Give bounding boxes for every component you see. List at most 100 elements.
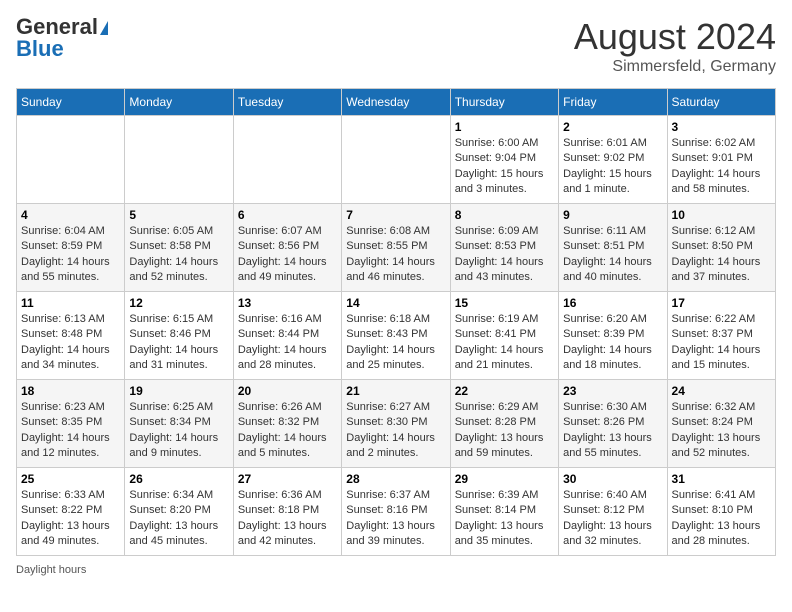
calendar-week-1: 1 Sunrise: 6:00 AMSunset: 9:04 PMDaylight… <box>17 116 776 204</box>
day-number: 13 <box>238 296 337 310</box>
day-number: 1 <box>455 120 554 134</box>
day-info: Sunrise: 6:16 AMSunset: 8:44 PMDaylight:… <box>238 312 337 374</box>
calendar-cell: 28Sunrise: 6:37 AMSunset: 8:16 PMDayligh… <box>342 468 450 556</box>
calendar-cell <box>342 116 450 204</box>
day-number: 4 <box>21 208 120 222</box>
day-info: Sunrise: 6:33 AMSunset: 8:22 PMDaylight:… <box>21 488 120 550</box>
weekday-header-monday: Monday <box>125 89 233 116</box>
day-number: 17 <box>672 296 771 310</box>
day-info: Sunrise: 6:39 AMSunset: 8:14 PMDaylight:… <box>455 488 554 550</box>
page-header: General Blue August 2024 Simmersfeld, Ge… <box>16 16 776 76</box>
legend: Daylight hours <box>16 564 776 576</box>
calendar-cell: 5 Sunrise: 6:05 AMSunset: 8:58 PMDaylight… <box>125 204 233 292</box>
calendar-week-5: 25 Sunrise: 6:33 AMSunset: 8:22 PMDayligh… <box>17 468 776 556</box>
day-number: 3 <box>672 120 771 134</box>
day-info: Sunrise: 6:22 AMSunset: 8:37 PMDaylight:… <box>672 312 771 374</box>
day-number: 24 <box>672 384 771 398</box>
day-info: Sunrise: 6:08 AMSunset: 8:55 PMDaylight:… <box>346 224 445 286</box>
title-block: August 2024 Simmersfeld, Germany <box>574 16 776 76</box>
calendar-cell: 12 Sunrise: 6:15 AMSunset: 8:46 PMDayligh… <box>125 292 233 380</box>
day-number: 9 <box>563 208 662 222</box>
calendar-week-2: 4 Sunrise: 6:04 AMSunset: 8:59 PMDaylight… <box>17 204 776 292</box>
day-number: 6 <box>238 208 337 222</box>
day-info: Sunrise: 6:32 AMSunset: 8:24 PMDaylight:… <box>672 400 771 462</box>
calendar-cell: 21Sunrise: 6:27 AMSunset: 8:30 PMDayligh… <box>342 380 450 468</box>
calendar-cell: 13 Sunrise: 6:16 AMSunset: 8:44 PMDayligh… <box>233 292 341 380</box>
weekday-header-wednesday: Wednesday <box>342 89 450 116</box>
calendar-table: SundayMondayTuesdayWednesdayThursdayFrid… <box>16 88 776 556</box>
day-number: 20 <box>238 384 337 398</box>
day-number: 7 <box>346 208 445 222</box>
calendar-cell: 10 Sunrise: 6:12 AMSunset: 8:50 PMDayligh… <box>667 204 775 292</box>
weekday-header-tuesday: Tuesday <box>233 89 341 116</box>
day-number: 2 <box>563 120 662 134</box>
day-info: Sunrise: 6:34 AMSunset: 8:20 PMDaylight:… <box>129 488 228 550</box>
day-info: Sunrise: 6:19 AMSunset: 8:41 PMDaylight:… <box>455 312 554 374</box>
calendar-cell: 19 Sunrise: 6:25 AMSunset: 8:34 PMDayligh… <box>125 380 233 468</box>
day-info: Sunrise: 6:36 AMSunset: 8:18 PMDaylight:… <box>238 488 337 550</box>
day-number: 12 <box>129 296 228 310</box>
calendar-cell: 4 Sunrise: 6:04 AMSunset: 8:59 PMDaylight… <box>17 204 125 292</box>
calendar-cell: 20 Sunrise: 6:26 AMSunset: 8:32 PMDayligh… <box>233 380 341 468</box>
calendar-cell: 27 Sunrise: 6:36 AMSunset: 8:18 PMDayligh… <box>233 468 341 556</box>
day-info: Sunrise: 6:18 AMSunset: 8:43 PMDaylight:… <box>346 312 445 374</box>
calendar-cell: 29 Sunrise: 6:39 AMSunset: 8:14 PMDayligh… <box>450 468 558 556</box>
logo-triangle-icon <box>100 21 108 35</box>
weekday-header-saturday: Saturday <box>667 89 775 116</box>
calendar-cell: 30Sunrise: 6:40 AMSunset: 8:12 PMDayligh… <box>559 468 667 556</box>
calendar-cell: 15Sunrise: 6:19 AMSunset: 8:41 PMDayligh… <box>450 292 558 380</box>
weekday-header-sunday: Sunday <box>17 89 125 116</box>
day-info: Sunrise: 6:13 AMSunset: 8:48 PMDaylight:… <box>21 312 120 374</box>
weekday-header-friday: Friday <box>559 89 667 116</box>
logo: General Blue <box>16 16 108 60</box>
day-info: Sunrise: 6:26 AMSunset: 8:32 PMDaylight:… <box>238 400 337 462</box>
day-info: Sunrise: 6:30 AMSunset: 8:26 PMDaylight:… <box>563 400 662 462</box>
calendar-cell: 23 Sunrise: 6:30 AMSunset: 8:26 PMDayligh… <box>559 380 667 468</box>
calendar-cell: 22Sunrise: 6:29 AMSunset: 8:28 PMDayligh… <box>450 380 558 468</box>
calendar-cell: 18Sunrise: 6:23 AMSunset: 8:35 PMDayligh… <box>17 380 125 468</box>
day-number: 26 <box>129 472 228 486</box>
day-info: Sunrise: 6:25 AMSunset: 8:34 PMDaylight:… <box>129 400 228 462</box>
day-number: 19 <box>129 384 228 398</box>
day-info: Sunrise: 6:15 AMSunset: 8:46 PMDaylight:… <box>129 312 228 374</box>
calendar-cell: 2 Sunrise: 6:01 AMSunset: 9:02 PMDaylight… <box>559 116 667 204</box>
day-info: Sunrise: 6:41 AMSunset: 8:10 PMDaylight:… <box>672 488 771 550</box>
day-number: 29 <box>455 472 554 486</box>
day-info: Sunrise: 6:20 AMSunset: 8:39 PMDaylight:… <box>563 312 662 374</box>
logo-blue: Blue <box>16 38 108 60</box>
day-number: 28 <box>346 472 445 486</box>
calendar-cell: 11 Sunrise: 6:13 AMSunset: 8:48 PMDayligh… <box>17 292 125 380</box>
day-info: Sunrise: 6:09 AMSunset: 8:53 PMDaylight:… <box>455 224 554 286</box>
day-number: 25 <box>21 472 120 486</box>
day-info: Sunrise: 6:04 AMSunset: 8:59 PMDaylight:… <box>21 224 120 286</box>
calendar-cell: 14 Sunrise: 6:18 AMSunset: 8:43 PMDayligh… <box>342 292 450 380</box>
day-info: Sunrise: 6:11 AMSunset: 8:51 PMDaylight:… <box>563 224 662 286</box>
day-number: 27 <box>238 472 337 486</box>
day-number: 31 <box>672 472 771 486</box>
calendar-cell <box>17 116 125 204</box>
calendar-cell: 9 Sunrise: 6:11 AMSunset: 8:51 PMDaylight… <box>559 204 667 292</box>
day-info: Sunrise: 6:00 AMSunset: 9:04 PMDaylight:… <box>455 136 554 198</box>
day-number: 22 <box>455 384 554 398</box>
location-subtitle: Simmersfeld, Germany <box>574 58 776 76</box>
day-info: Sunrise: 6:12 AMSunset: 8:50 PMDaylight:… <box>672 224 771 286</box>
calendar-cell <box>125 116 233 204</box>
calendar-cell: 3Sunrise: 6:02 AMSunset: 9:01 PMDaylight… <box>667 116 775 204</box>
day-number: 10 <box>672 208 771 222</box>
day-number: 21 <box>346 384 445 398</box>
month-year-title: August 2024 <box>574 16 776 58</box>
day-info: Sunrise: 6:05 AMSunset: 8:58 PMDaylight:… <box>129 224 228 286</box>
day-number: 8 <box>455 208 554 222</box>
day-info: Sunrise: 6:01 AMSunset: 9:02 PMDaylight:… <box>563 136 662 198</box>
calendar-cell: 26 Sunrise: 6:34 AMSunset: 8:20 PMDayligh… <box>125 468 233 556</box>
day-number: 11 <box>21 296 120 310</box>
calendar-cell <box>233 116 341 204</box>
weekday-header-row: SundayMondayTuesdayWednesdayThursdayFrid… <box>17 89 776 116</box>
calendar-cell: 25 Sunrise: 6:33 AMSunset: 8:22 PMDayligh… <box>17 468 125 556</box>
day-info: Sunrise: 6:40 AMSunset: 8:12 PMDaylight:… <box>563 488 662 550</box>
calendar-cell: 1 Sunrise: 6:00 AMSunset: 9:04 PMDaylight… <box>450 116 558 204</box>
day-number: 5 <box>129 208 228 222</box>
day-number: 23 <box>563 384 662 398</box>
day-number: 14 <box>346 296 445 310</box>
calendar-cell: 24 Sunrise: 6:32 AMSunset: 8:24 PMDayligh… <box>667 380 775 468</box>
